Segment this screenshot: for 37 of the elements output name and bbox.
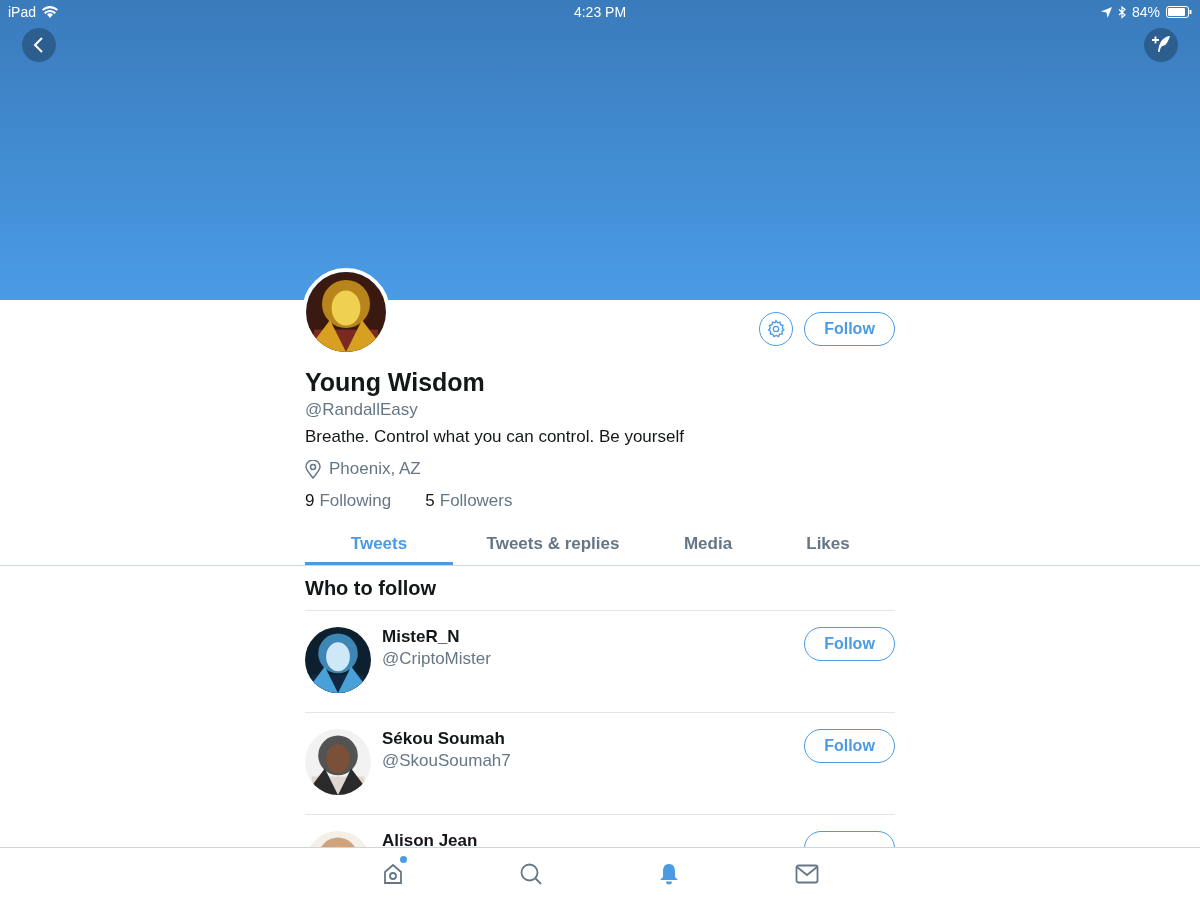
back-button[interactable] <box>22 28 56 62</box>
followers-count[interactable]: 5 <box>425 491 435 511</box>
profile-bio: Breathe. Control what you can control. Be yourself <box>305 427 685 447</box>
clock: 4:23 PM <box>573 4 627 20</box>
battery-percent: 84% <box>1132 4 1160 20</box>
mail-icon <box>795 864 819 884</box>
bluetooth-icon <box>1118 5 1126 19</box>
back-icon <box>32 36 46 54</box>
followers-label[interactable]: Followers <box>439 491 513 511</box>
location-arrow-icon <box>1101 6 1112 18</box>
compose-button[interactable] <box>1144 28 1178 62</box>
search-icon <box>519 862 543 886</box>
follow-button[interactable]: Follow <box>804 729 895 763</box>
profile-tab[interactable]: Media <box>653 525 763 565</box>
account-handle: @SkouSoumah7 <box>382 751 512 771</box>
home-icon <box>381 862 405 886</box>
notification-dot <box>400 856 407 863</box>
section-title: Who to follow <box>305 576 438 601</box>
device-name: iPad <box>8 4 37 20</box>
following-count[interactable]: 9 <box>305 491 315 511</box>
location-pin-icon <box>305 459 321 479</box>
gear-icon <box>766 319 786 339</box>
account-name: Sékou Soumah <box>382 729 506 749</box>
wifi-icon <box>42 6 59 18</box>
profile-handle: @RandallEasy <box>305 400 419 420</box>
settings-button[interactable] <box>759 312 793 346</box>
profile-name: Young Wisdom <box>305 368 486 397</box>
account-handle: @CriptoMister <box>382 649 492 669</box>
follow-button[interactable]: Follow <box>804 312 895 346</box>
follow-button[interactable]: Follow <box>804 627 895 661</box>
following-label[interactable]: Following <box>319 491 392 511</box>
account-name: MisteR_N <box>382 627 461 647</box>
battery-icon <box>1166 6 1192 18</box>
profile-location: Phoenix, AZ <box>329 459 421 479</box>
profile-tab[interactable]: Likes <box>763 525 893 565</box>
profile-tab[interactable]: Tweets & replies <box>453 525 653 565</box>
account-name: Alison Jean <box>382 831 479 847</box>
